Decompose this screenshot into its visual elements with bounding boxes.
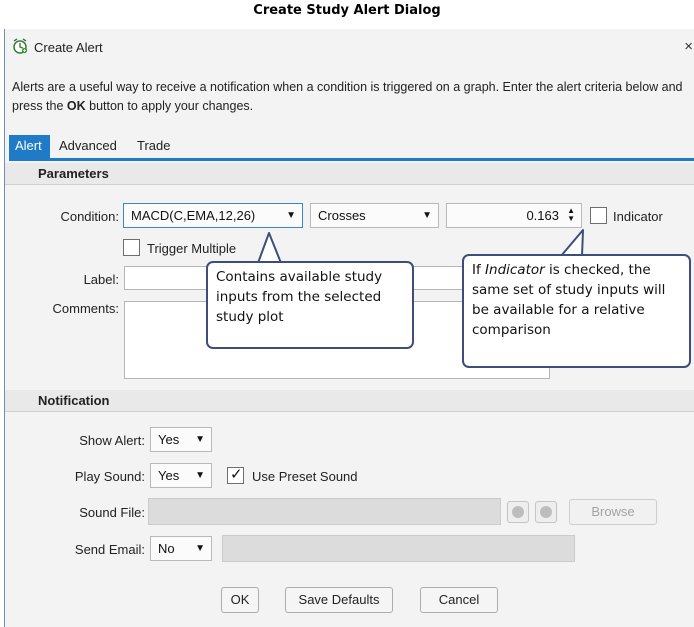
trigger-multiple-label: Trigger Multiple [147,241,237,256]
title-bar: Create Alert × [5,29,694,61]
alert-clock-icon [13,38,28,54]
sound-file-input [148,498,501,525]
chevron-down-icon: ▼ [195,434,205,445]
play-sound-select[interactable]: Yes ▼ [150,463,212,488]
cancel-button[interactable]: Cancel [420,587,498,613]
send-email-label: Send Email: [74,542,145,557]
condition-select[interactable]: MACD(C,EMA,12,26) ▼ [123,203,303,228]
chevron-down-icon: ▼ [286,210,296,221]
parameters-heading: Parameters [5,163,694,185]
operator-value: Crosses [318,208,366,223]
threshold-spinner[interactable]: 0.163 ▲ ▼ [446,203,582,228]
use-preset-sound-label: Use Preset Sound [252,469,358,484]
intro-text-ok: OK [66,99,86,113]
notification-heading: Notification [5,390,694,412]
stop-sound-button [535,501,557,523]
stop-icon [540,506,552,518]
send-email-value: No [158,541,175,556]
intro-text: Alerts are a useful way to receive a not… [12,78,692,116]
chevron-down-icon: ▼ [422,210,432,221]
close-icon[interactable]: × [684,38,693,55]
indicator-callout: If Indicator is checked, the same set of… [462,254,691,368]
create-alert-dialog: Create Alert × Alerts are a useful way t… [4,29,694,627]
send-email-select[interactable]: No ▼ [150,536,212,561]
email-address-input [222,535,575,562]
condition-value: MACD(C,EMA,12,26) [131,208,256,223]
callout-indicator-word: Indicator [485,262,545,278]
indicator-checkbox[interactable] [590,207,607,224]
tab-alert[interactable]: Alert [9,135,50,159]
tab-underline [9,158,694,161]
condition-label: Condition: [60,209,119,224]
intro-text-end: button to apply your changes. [85,99,254,113]
window-title: Create Alert [34,40,103,55]
indicator-label: Indicator [613,209,663,224]
chevron-down-icon: ▼ [195,470,205,481]
show-alert-label: Show Alert: [79,433,145,448]
play-sound-label: Play Sound: [74,469,145,484]
show-alert-select[interactable]: Yes ▼ [150,427,212,452]
ok-button[interactable]: OK [221,587,259,613]
browse-button: Browse [569,499,657,525]
checkmark-icon: ✓ [230,466,243,483]
sound-file-label: Sound File: [79,505,145,520]
trigger-multiple-checkbox[interactable] [123,239,140,256]
save-defaults-button[interactable]: Save Defaults [285,587,393,613]
comments-label: Comments: [52,301,119,316]
label-field-label: Label: [83,272,119,287]
play-sound-button [507,501,529,523]
operator-select[interactable]: Crosses ▼ [310,203,439,228]
spinner-arrows-icon[interactable]: ▲ ▼ [567,207,575,223]
show-alert-value: Yes [158,432,180,447]
tab-trade[interactable]: Trade [131,135,176,159]
play-sound-value: Yes [158,468,180,483]
use-preset-sound-checkbox[interactable]: ✓ [227,466,244,484]
spin-down-icon[interactable]: ▼ [567,214,575,223]
chevron-down-icon: ▼ [195,543,205,554]
threshold-value: 0.163 [526,208,559,223]
condition-callout: Contains available study inputs from the… [206,261,414,349]
callout-text-start: If [472,262,486,278]
document-title: Create Study Alert Dialog [253,3,441,18]
play-icon [512,506,524,518]
tab-advanced[interactable]: Advanced [53,135,123,159]
